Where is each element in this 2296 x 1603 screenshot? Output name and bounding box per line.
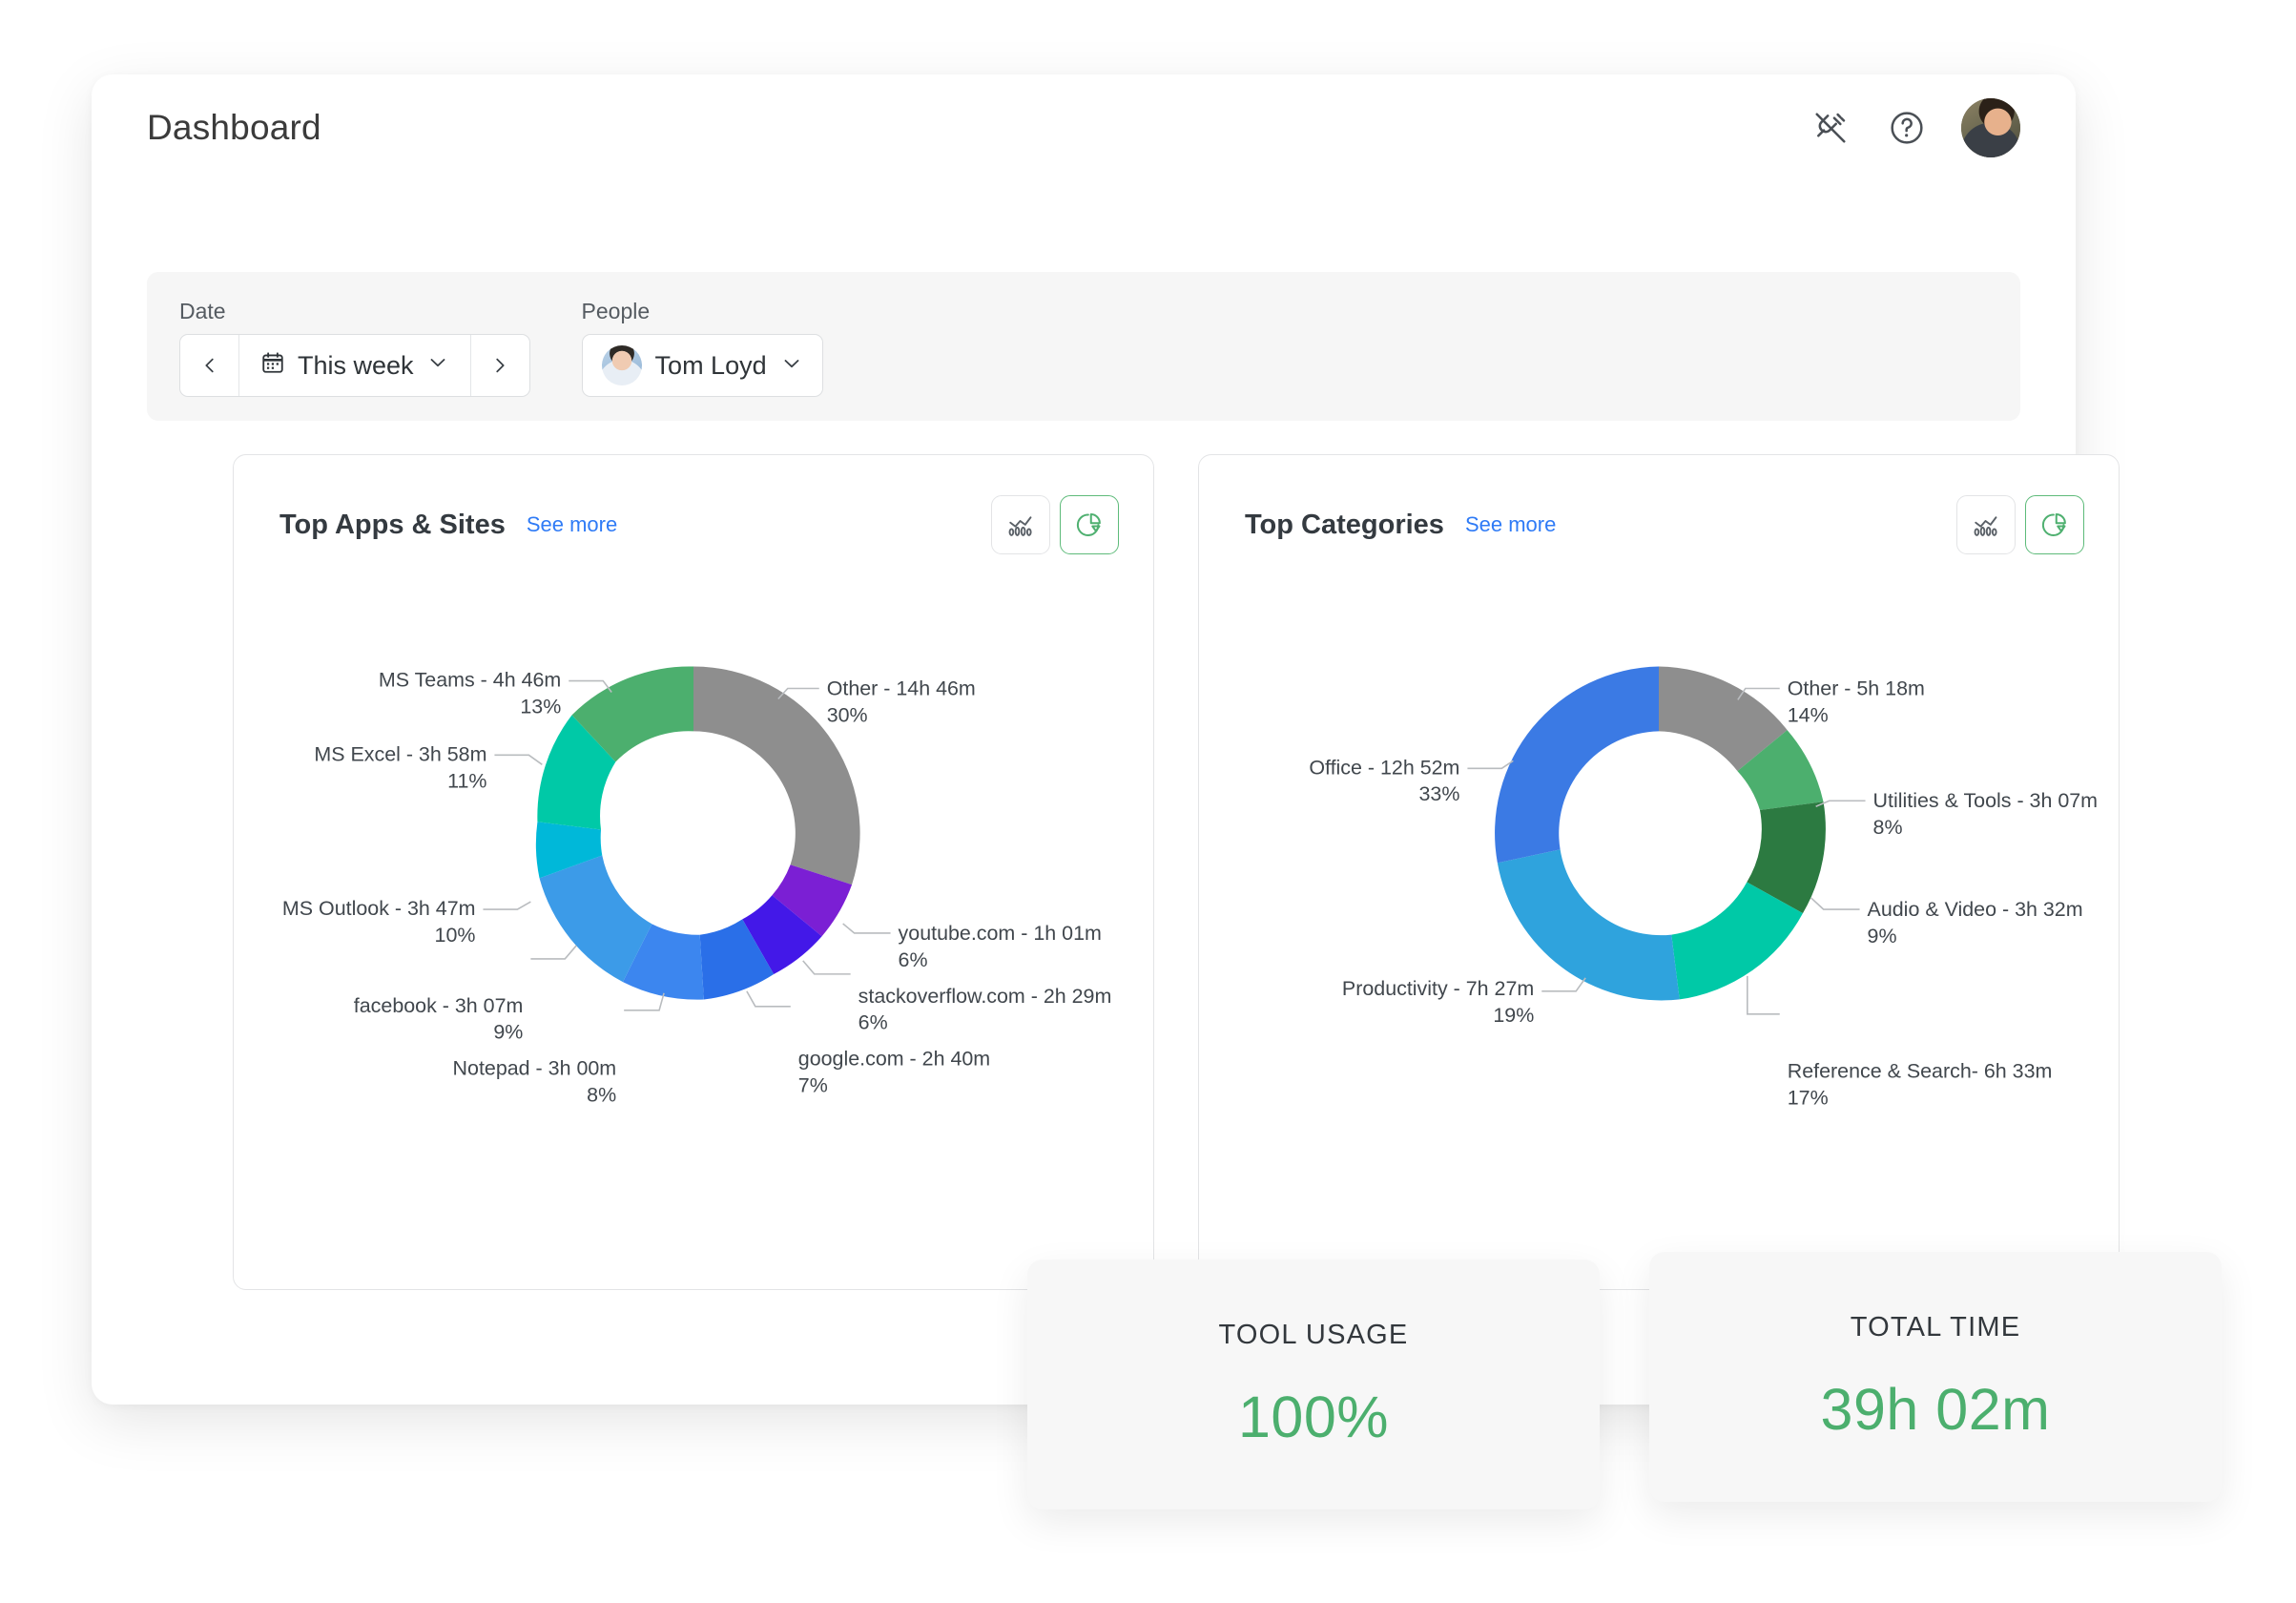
top-categories-card: Top Categories See more Other - 5h 18m 1…: [1198, 454, 2120, 1290]
donut-slices: [1495, 666, 1826, 1001]
slice-percent-office: 33%: [1419, 782, 1460, 805]
help-circle-icon[interactable]: [1885, 106, 1929, 150]
top-categories-pie-view-button[interactable]: [2025, 495, 2084, 554]
top-apps-view-toggle: [991, 495, 1119, 554]
slice-percent-productivity: 19%: [1493, 1004, 1534, 1027]
slice-percent-notepad: 8%: [587, 1084, 616, 1107]
date-filter-group: Date This week: [179, 299, 530, 397]
tool-usage-value: 100%: [1237, 1384, 1389, 1449]
people-filter-label: People: [581, 299, 651, 323]
date-filter-label: Date: [179, 299, 226, 323]
slice-percent-google: 7%: [798, 1074, 828, 1097]
top-categories-card-header: Top Categories See more: [1245, 495, 2084, 554]
people-select[interactable]: Tom Loyd: [581, 334, 823, 397]
chevron-down-icon: [780, 352, 803, 380]
top-categories-title: Top Categories: [1245, 509, 1444, 540]
people-filter-group: People Tom Loyd: [581, 299, 823, 397]
filter-bar: Date This week People Tom Loyd: [147, 272, 2020, 421]
top-apps-pie-view-button[interactable]: [1060, 495, 1119, 554]
slice-percent-stackoverflow: 6%: [858, 1011, 888, 1034]
calendar-icon: [260, 350, 285, 382]
slice-label-other: Other - 14h 46m: [827, 677, 976, 699]
app-window: Dashboard Date This week People Tom Loyd…: [92, 74, 2120, 1405]
slice-percent-ms-teams: 13%: [520, 695, 561, 718]
slice-percent-facebook: 9%: [493, 1021, 523, 1044]
slice-label-youtube: youtube.com - 1h 01m: [899, 922, 1102, 945]
slice-label-audio-video: Audio & Video - 3h 32m: [1868, 898, 2083, 921]
top-apps-card: Top Apps & Sites See more Other - 14h 46…: [233, 454, 1154, 1290]
people-value: Tom Loyd: [654, 350, 767, 380]
top-categories-see-more-link[interactable]: See more: [1465, 512, 1556, 537]
page-title: Dashboard: [147, 108, 321, 147]
total-time-label: TOTAL TIME: [1850, 1311, 2021, 1343]
slice-percent-youtube: 6%: [899, 948, 928, 971]
header-actions: [1809, 98, 2020, 157]
top-categories-view-toggle: [1956, 495, 2084, 554]
slice-label-notepad: Notepad - 3h 00m: [453, 1057, 617, 1080]
date-control: This week: [179, 334, 530, 397]
chevron-down-icon: [426, 351, 449, 381]
date-next-button[interactable]: [469, 335, 529, 396]
tool-usage-stat-card: TOOL USAGE 100%: [1027, 1260, 1600, 1509]
slice-label-ms-teams: MS Teams - 4h 46m: [379, 669, 561, 692]
slice-label-ms-excel: MS Excel - 3h 58m: [314, 742, 486, 765]
slice-label-ms-outlook: MS Outlook - 3h 47m: [282, 897, 476, 920]
app-header: Dashboard: [92, 74, 2076, 181]
date-range-value: This week: [298, 350, 414, 380]
slice-label-google: google.com - 2h 40m: [798, 1048, 990, 1071]
slice-percent-other: 30%: [827, 703, 868, 726]
top-apps-title: Top Apps & Sites: [279, 509, 506, 540]
top-apps-line-view-button[interactable]: [991, 495, 1050, 554]
donut-slices: [535, 666, 860, 1000]
slice-percent-reference-search: 17%: [1788, 1087, 1829, 1110]
slice-label-productivity: Productivity - 7h 27m: [1342, 977, 1534, 1000]
slice-percent-audio-video: 9%: [1868, 925, 1897, 947]
slice-labels: Other - 14h 46m 30% youtube.com - 1h 01m…: [282, 669, 1111, 1107]
slice-label-reference-search: Reference & Search- 6h 33m: [1788, 1060, 2053, 1083]
top-apps-card-header: Top Apps & Sites See more: [279, 495, 1119, 554]
top-apps-donut-chart: Other - 14h 46m 30% youtube.com - 1h 01m…: [234, 547, 1153, 1291]
date-range-select[interactable]: This week: [239, 335, 470, 396]
slice-label-office: Office - 12h 52m: [1309, 756, 1459, 779]
slice-percent-utilities-tools: 8%: [1873, 816, 1903, 839]
total-time-value: 39h 02m: [1820, 1376, 2051, 1442]
tool-usage-label: TOOL USAGE: [1218, 1319, 1409, 1350]
slice-percent-other: 14%: [1788, 703, 1829, 726]
slice-label-facebook: facebook - 3h 07m: [354, 994, 524, 1017]
slice-label-other: Other - 5h 18m: [1788, 677, 1925, 699]
total-time-stat-card: TOTAL TIME 39h 02m: [1649, 1252, 2222, 1502]
avatar[interactable]: [1961, 98, 2020, 157]
slice-percent-ms-outlook: 10%: [435, 924, 476, 947]
plug-disconnected-icon[interactable]: [1809, 106, 1852, 150]
date-prev-button[interactable]: [180, 335, 239, 396]
avatar-image: [1961, 98, 2020, 157]
screenshot-root: Dashboard Date This week People Tom Loyd…: [0, 0, 2296, 1603]
slice-percent-ms-excel: 11%: [447, 769, 486, 792]
slice-label-utilities-tools: Utilities & Tools - 3h 07m: [1873, 789, 2099, 812]
top-categories-line-view-button[interactable]: [1956, 495, 2016, 554]
slice-office: [1495, 666, 1659, 864]
slice-label-stackoverflow: stackoverflow.com - 2h 29m: [858, 985, 1112, 1008]
people-avatar: [601, 345, 642, 385]
top-categories-donut-chart: Other - 5h 18m 14% Utilities & Tools - 3…: [1199, 547, 2119, 1291]
top-apps-see-more-link[interactable]: See more: [527, 512, 617, 537]
